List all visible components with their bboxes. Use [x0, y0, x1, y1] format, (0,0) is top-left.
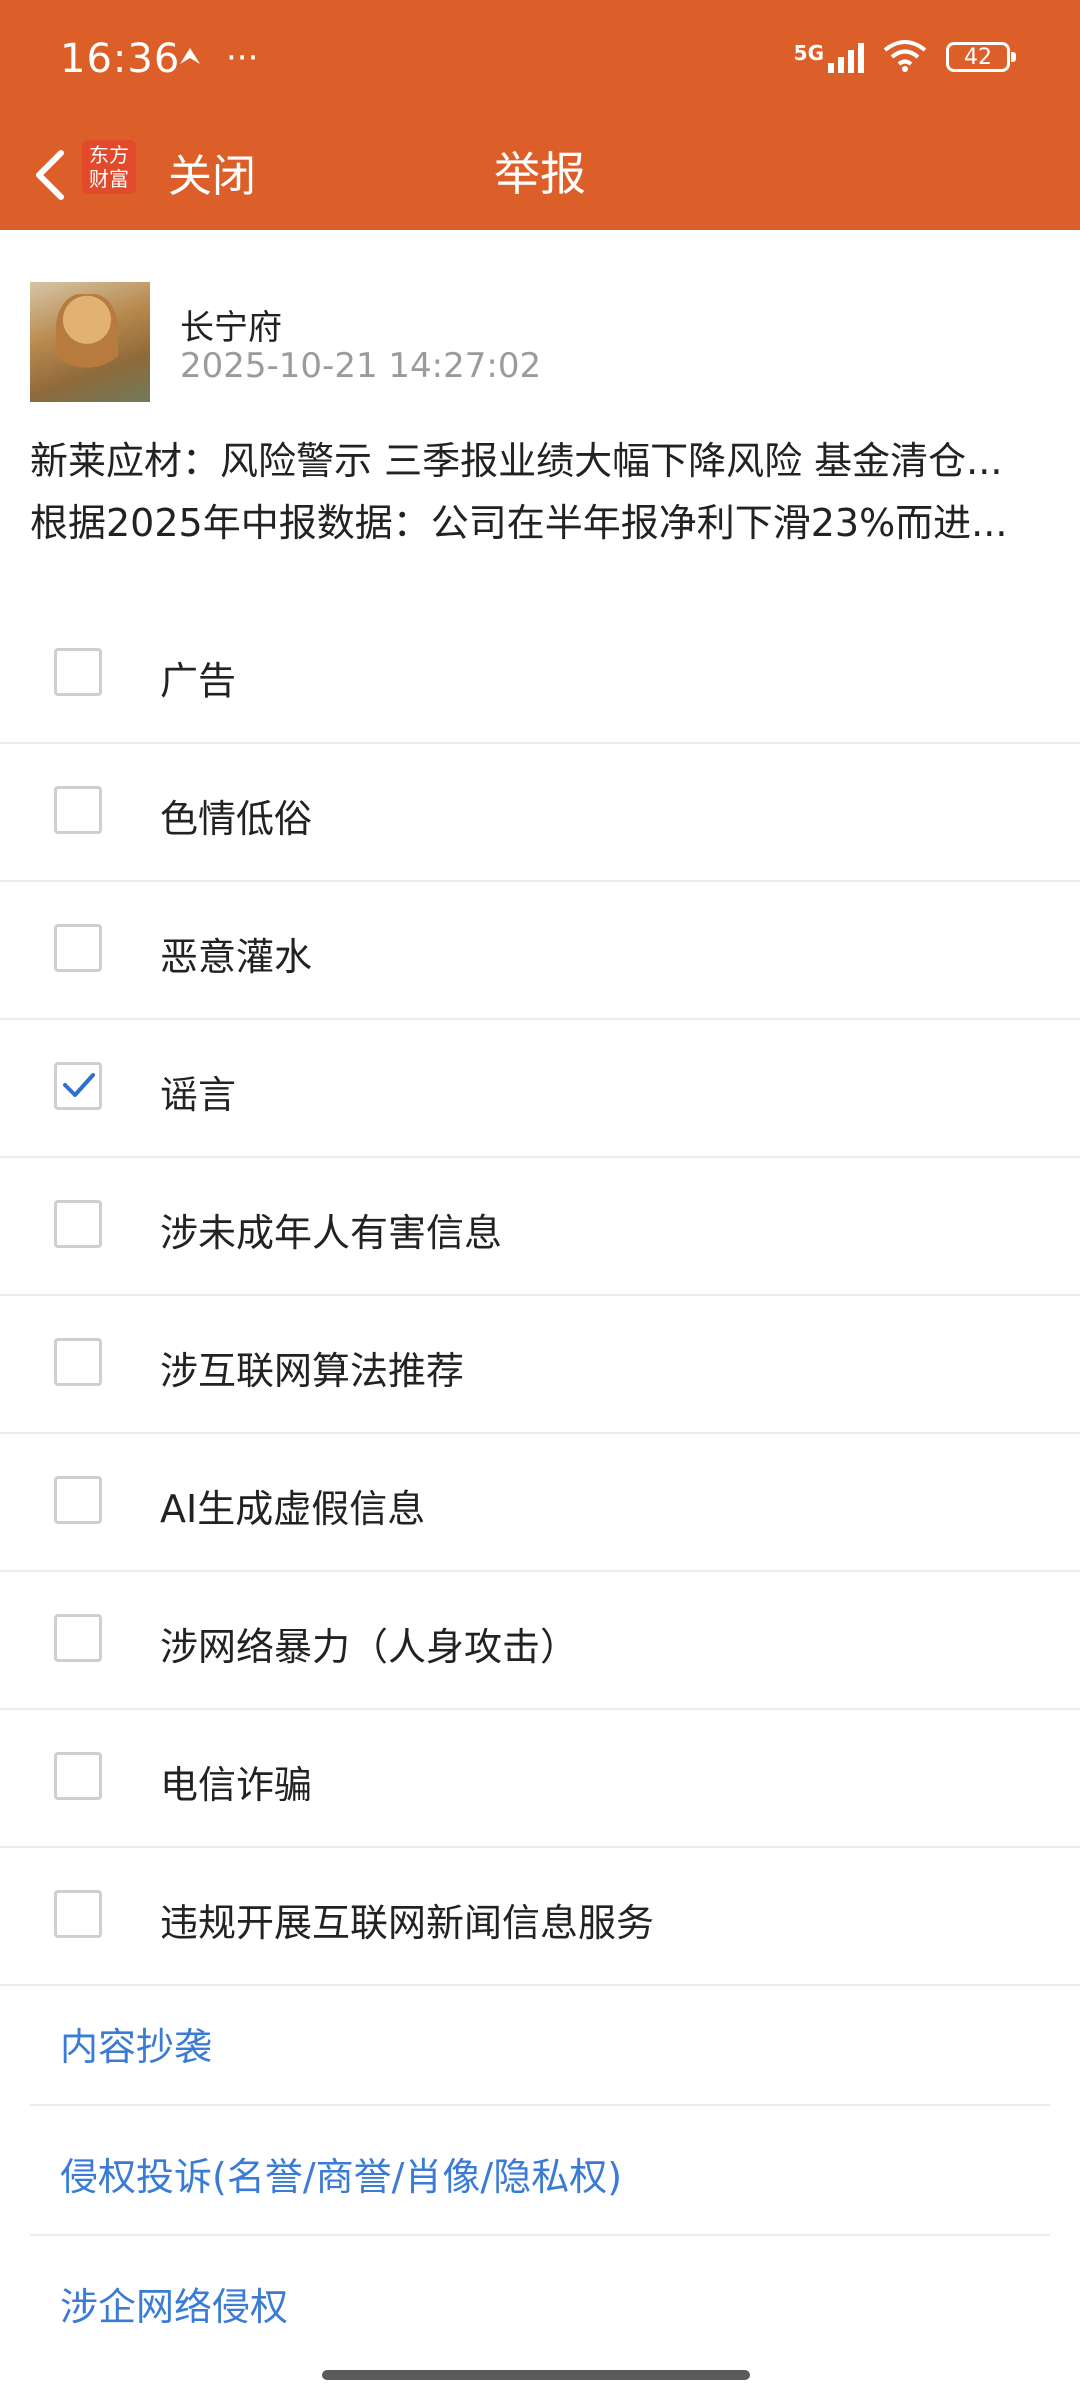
- reason-checkbox[interactable]: [54, 924, 102, 972]
- link-content-plagiarism[interactable]: 内容抄袭: [60, 2016, 212, 2071]
- reason-checkbox[interactable]: [54, 1614, 102, 1662]
- reason-item[interactable]: 涉未成年人有害信息: [0, 1158, 1080, 1296]
- reason-checkbox[interactable]: [54, 648, 102, 696]
- reason-item[interactable]: 违规开展互联网新闻信息服务: [0, 1848, 1080, 1986]
- link-enterprise-infringement[interactable]: 涉企网络侵权: [60, 2276, 288, 2331]
- reason-label: 涉网络暴力（人身攻击）: [160, 1625, 579, 1669]
- status-bar: 16:36 ··· 5G 42: [0, 0, 1080, 120]
- network-type-label: 5G: [793, 41, 824, 65]
- post-timestamp: 2025-10-21 14:27:02: [180, 346, 542, 386]
- more-notifications-icon: ···: [226, 38, 259, 78]
- page-title: 举报: [494, 147, 586, 201]
- reason-item[interactable]: 涉网络暴力（人身攻击）: [0, 1572, 1080, 1710]
- link-item[interactable]: 内容抄袭: [30, 1976, 1050, 2106]
- avatar: [30, 282, 150, 402]
- reason-label: 涉未成年人有害信息: [160, 1211, 503, 1255]
- signal-icon: 5G: [794, 41, 864, 73]
- reason-label: 涉互联网算法推荐: [160, 1349, 465, 1393]
- reason-label: 谣言: [160, 1073, 237, 1117]
- reason-label: 恶意灌水: [160, 935, 313, 979]
- home-indicator[interactable]: [322, 2370, 750, 2380]
- reason-checkbox[interactable]: [54, 1200, 102, 1248]
- link-infringement-complaint[interactable]: 侵权投诉(名誉/商誉/肖像/隐私权): [60, 2146, 622, 2201]
- reason-checkbox[interactable]: [54, 1338, 102, 1386]
- reason-label: 违规开展互联网新闻信息服务: [160, 1901, 655, 1945]
- link-item[interactable]: 涉企网络侵权: [30, 2236, 1050, 2364]
- status-time: 16:36: [60, 36, 181, 82]
- reason-item[interactable]: 色情低俗: [0, 744, 1080, 882]
- navigation-bar: 东方 财富 关闭 举报: [0, 120, 1080, 230]
- reason-checkbox[interactable]: [54, 786, 102, 834]
- reason-item[interactable]: 涉互联网算法推荐: [0, 1296, 1080, 1434]
- post-author: 长宁府: [180, 308, 282, 348]
- checkmark-icon: [63, 1073, 95, 1097]
- report-reason-list: 广告 色情低俗 恶意灌水 谣言 涉未成年人有害信息 涉互联网算法推荐 AI生成虚…: [0, 606, 1080, 1986]
- battery-icon: 42: [946, 42, 1016, 72]
- reason-item[interactable]: 谣言: [0, 1020, 1080, 1158]
- other-report-links: 内容抄袭 侵权投诉(名誉/商誉/肖像/隐私权) 涉企网络侵权: [0, 1976, 1080, 2364]
- reason-label: AI生成虚假信息: [160, 1487, 426, 1531]
- reason-item[interactable]: 广告: [0, 606, 1080, 744]
- reason-label: 色情低俗: [160, 797, 313, 841]
- wifi-icon: [882, 38, 928, 76]
- reason-item[interactable]: 恶意灌水: [0, 882, 1080, 1020]
- reason-label: 电信诈骗: [160, 1763, 313, 1807]
- battery-level: 42: [964, 44, 992, 70]
- reason-checkbox[interactable]: [54, 1752, 102, 1800]
- link-item[interactable]: 侵权投诉(名誉/商誉/肖像/隐私权): [30, 2106, 1050, 2236]
- reason-checkbox[interactable]: [54, 1890, 102, 1938]
- reason-checkbox-checked[interactable]: [54, 1062, 102, 1110]
- reason-item[interactable]: AI生成虚假信息: [0, 1434, 1080, 1572]
- reason-label: 广告: [160, 659, 237, 703]
- post-body-line: 根据2025年中报数据：公司在半年报净利下滑23%而进...: [30, 501, 1008, 545]
- post-title-line: 新莱应材：风险警示 三季报业绩大幅下降风险 基金清仓...: [30, 439, 1003, 483]
- reason-checkbox[interactable]: [54, 1476, 102, 1524]
- reported-post-excerpt: 新莱应材：风险警示 三季报业绩大幅下降风险 基金清仓... 根据2025年中报数…: [30, 430, 1040, 554]
- reason-item[interactable]: 电信诈骗: [0, 1710, 1080, 1848]
- notification-icon: [176, 44, 204, 76]
- reported-post-header: 长宁府 2025-10-21 14:27:02: [30, 282, 1050, 406]
